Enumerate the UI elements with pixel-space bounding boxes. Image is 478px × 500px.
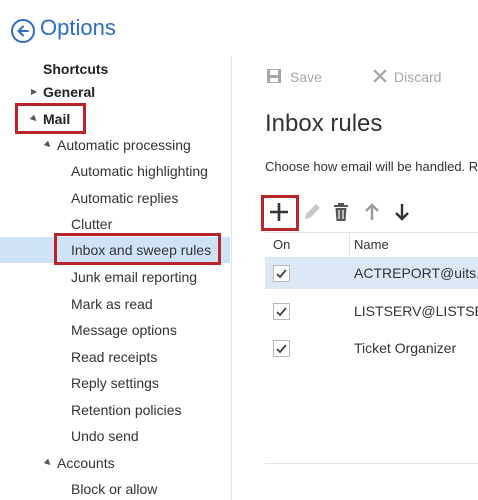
nav-item-message-options[interactable]: Message options [0, 317, 230, 343]
nav-item-mail[interactable]: ▶ Mail [0, 106, 230, 132]
rule-toolbar [232, 196, 478, 232]
nav-item-mark-as-read[interactable]: Mark as read [0, 291, 230, 317]
column-header-on[interactable]: On [273, 237, 290, 252]
add-icon[interactable] [267, 200, 291, 224]
nav-item-label: Clutter [71, 216, 113, 232]
page-description: Choose how email will be handled. R [265, 159, 478, 174]
move-up-icon[interactable] [360, 200, 384, 224]
nav-item-label: Mail [43, 111, 71, 127]
nav-item-label: Inbox and sweep rules [71, 242, 212, 258]
table-bottom-divider [265, 463, 478, 464]
nav-item-inbox-and-sweep-rules[interactable]: Inbox and sweep rules [0, 237, 230, 263]
nav-item-clutter[interactable]: Clutter [0, 211, 230, 237]
nav-item-undo-send[interactable]: Undo send [0, 423, 230, 449]
delete-icon[interactable] [329, 200, 353, 224]
nav-item-block-or-allow[interactable]: Block or allow [0, 476, 230, 500]
nav-item-read-receipts[interactable]: Read receipts [0, 344, 230, 370]
rules-table-header: On Name [265, 232, 478, 257]
nav-item-label: Automatic processing [57, 137, 191, 153]
save-label: Save [290, 69, 322, 85]
options-header: Options [0, 0, 478, 56]
nav-item-label: Read receipts [71, 349, 158, 365]
nav-item-label: Automatic replies [71, 190, 179, 206]
nav-item-label: Retention policies [71, 402, 182, 418]
save-button[interactable]: Save [266, 67, 326, 87]
rule-enabled-checkbox[interactable] [273, 340, 290, 357]
nav-item-label: Mark as read [71, 296, 153, 312]
move-down-icon[interactable] [390, 200, 414, 224]
column-separator [349, 233, 350, 257]
column-header-name[interactable]: Name [354, 237, 389, 252]
rule-enabled-checkbox[interactable] [273, 265, 290, 282]
options-toolbar: Save Discard [232, 56, 478, 96]
nav-item-reply-settings[interactable]: Reply settings [0, 370, 230, 396]
nav-item-label: Junk email reporting [71, 269, 198, 285]
rule-row[interactable]: LISTSERV@LISTSER [265, 295, 478, 327]
rule-enabled-checkbox[interactable] [273, 303, 290, 320]
nav-item-label: Automatic highlighting [71, 163, 208, 179]
edit-icon[interactable] [300, 200, 324, 224]
caret-right-icon[interactable]: ▶ [31, 79, 37, 105]
options-title: Options [40, 15, 116, 40]
nav-item-automatic-processing[interactable]: ▶ Automatic processing [0, 132, 230, 158]
nav-item-automatic-replies[interactable]: Automatic replies [0, 185, 230, 211]
nav-item-automatic-highlighting[interactable]: Automatic highlighting [0, 158, 230, 184]
save-icon [266, 67, 282, 90]
rule-name: ACTREPORT@uits.u [354, 265, 478, 281]
discard-button[interactable]: Discard [372, 67, 452, 87]
nav-item-label: Block or allow [71, 481, 158, 497]
page-title: Inbox rules [265, 110, 383, 137]
nav-divider [231, 56, 232, 500]
rule-name: Ticket Organizer [354, 340, 457, 356]
nav-item-retention-policies[interactable]: Retention policies [0, 397, 230, 423]
nav-item-label: Reply settings [71, 375, 159, 391]
close-icon [372, 67, 388, 90]
rule-row[interactable]: Ticket Organizer [265, 332, 478, 364]
back-arrow-icon[interactable] [11, 19, 35, 43]
nav-item-general[interactable]: ▶ General [0, 79, 230, 105]
nav-item-label: General [43, 84, 96, 100]
rule-name: LISTSERV@LISTSER [354, 303, 478, 319]
nav-item-junk-email-reporting[interactable]: Junk email reporting [0, 264, 230, 290]
nav-item-label: Accounts [57, 455, 115, 471]
nav-item-accounts[interactable]: ▶ Accounts [0, 450, 230, 476]
nav-item-label: Undo send [71, 428, 139, 444]
discard-label: Discard [394, 69, 442, 85]
nav-item-label: Message options [71, 322, 177, 338]
options-nav: Shortcuts ▶ General ▶ Mail ▶ Automatic p… [0, 56, 230, 500]
rule-row[interactable]: ACTREPORT@uits.u [265, 257, 478, 289]
